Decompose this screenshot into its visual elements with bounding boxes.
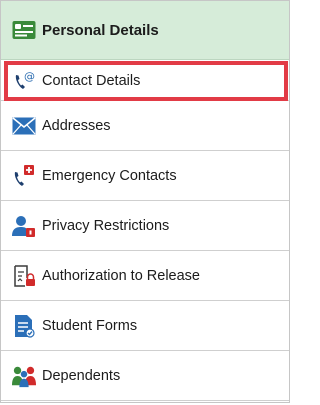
menu-item-emergency-contacts[interactable]: Emergency Contacts (1, 152, 289, 201)
menu-item-label: Dependents (42, 368, 121, 384)
menu-item-authorization-to-release[interactable]: Authorization to Release (1, 252, 289, 301)
menu-item-privacy-restrictions[interactable]: Privacy Restrictions (1, 202, 289, 251)
menu-item-dependents[interactable]: Dependents (1, 352, 289, 401)
envelope-icon (12, 114, 36, 138)
id-card-icon (12, 18, 36, 42)
menu-header-personal-details[interactable]: Personal Details (1, 1, 289, 60)
phone-at-icon: @ (12, 69, 36, 93)
menu-item-student-forms[interactable]: Student Forms (1, 302, 289, 351)
menu-item-label: Contact Details (42, 72, 141, 89)
menu-item-label: Emergency Contacts (42, 168, 177, 184)
svg-text:@: @ (24, 70, 35, 83)
form-document-icon (12, 314, 36, 338)
user-lock-icon (12, 214, 36, 238)
menu-item-contact-details[interactable]: @ Contact Details (1, 61, 289, 101)
document-lock-icon (12, 264, 36, 288)
menu-item-label: Addresses (42, 118, 111, 134)
menu-item-label: Authorization to Release (42, 268, 200, 284)
personal-details-menu: Personal Details @ Contact Details Addre… (0, 0, 290, 403)
menu-item-addresses[interactable]: Addresses (1, 102, 289, 151)
phone-alert-icon (12, 164, 36, 188)
menu-item-label: Student Forms (42, 318, 138, 334)
people-icon (12, 364, 36, 388)
menu-header-label: Personal Details (42, 21, 159, 39)
menu-item-label: Privacy Restrictions (42, 218, 170, 234)
